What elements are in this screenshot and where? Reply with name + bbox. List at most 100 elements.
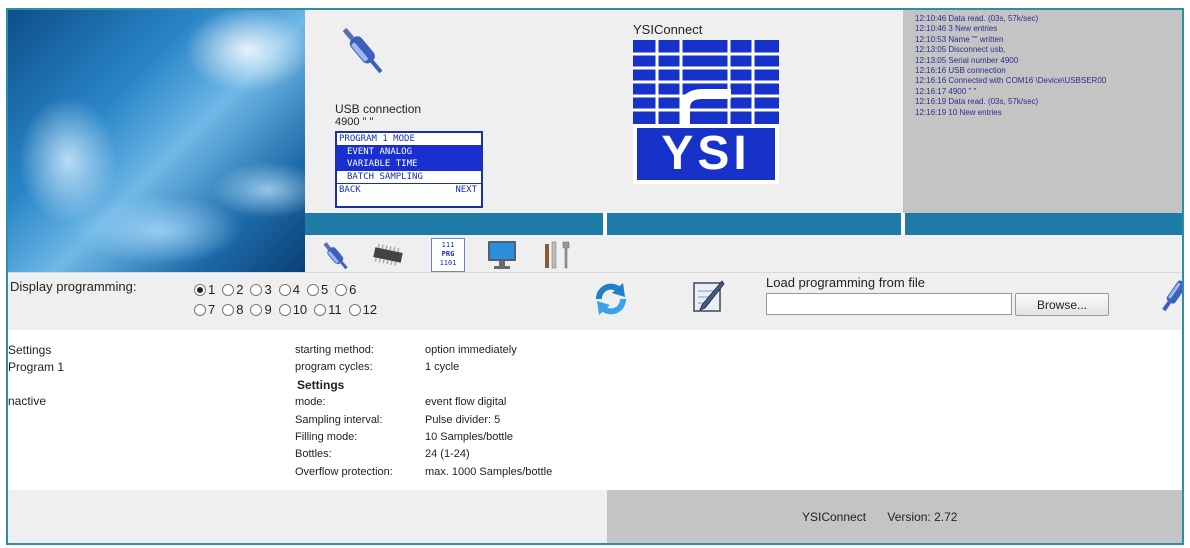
setting-key: Sampling interval: <box>295 413 383 426</box>
ysi-logo: YSI <box>633 40 779 184</box>
program-radio-row: 7 8 9 10 11 12 <box>194 300 444 320</box>
settings-subheading: Settings <box>297 377 345 392</box>
radio-label: 8 <box>236 302 244 317</box>
monitor-icon[interactable] <box>485 238 519 272</box>
program-radio-5[interactable]: 5 <box>306 280 329 300</box>
prg-file-icon[interactable]: 111 PRG 1101 <box>431 238 465 272</box>
radio-indicator[interactable] <box>335 284 348 296</box>
load-programming-label: Load programming from file <box>766 275 925 290</box>
log-entry: 12:16:17 4900 " " <box>915 86 977 96</box>
radio-indicator[interactable] <box>278 304 291 316</box>
version-info: YSIConnect Version: 2.72 <box>802 510 957 524</box>
event-log-panel: 12:10:46 Data read. (03s, 57k/sec) 12:10… <box>903 10 1182 213</box>
program-radio-10[interactable]: 10 <box>278 300 308 320</box>
radio-label: 4 <box>292 282 300 297</box>
settings-details: starting method: option immediately progr… <box>295 342 552 481</box>
water-banner-image <box>8 10 305 272</box>
radio-indicator[interactable] <box>222 304 235 316</box>
usb-plug-icon[interactable] <box>319 238 353 272</box>
program-radio-11[interactable]: 11 <box>314 300 342 320</box>
program-radio-12[interactable]: 12 <box>348 300 378 320</box>
radio-indicator[interactable] <box>278 284 291 296</box>
settings-row: Overflow protection: max. 1000 Samples/bo… <box>295 464 552 481</box>
ysi-brand-panel: YSIConnect YSI <box>605 10 903 213</box>
display-programming-bar: Display programming: 1 2 3 4 5 6 7 8 9 1… <box>8 272 1184 330</box>
usb-panel-bar <box>305 213 603 235</box>
log-entry: 12:16:19 Data read. (03s, 57k/sec) <box>915 97 1039 107</box>
setting-key: Overflow protection: <box>295 465 393 478</box>
program-radio-2[interactable]: 2 <box>222 280 243 300</box>
radio-indicator[interactable] <box>314 304 327 316</box>
footer-left <box>8 490 607 543</box>
log-entry: 12:16:16 Connected with COM16 \Device\US… <box>915 76 1107 86</box>
settings-row: starting method: option immediately <box>295 342 552 359</box>
radio-indicator[interactable] <box>250 304 263 316</box>
settings-row: mode: event flow digital <box>295 394 552 411</box>
log-entry: 12:16:16 USB connection <box>915 66 1006 76</box>
tools-icon[interactable] <box>541 238 575 272</box>
radio-label: 12 <box>362 302 378 317</box>
main-toolbar: 111 PRG 1101 <box>305 235 1182 272</box>
lcd-option: EVENT ANALOG <box>337 145 481 158</box>
file-path-input[interactable] <box>766 293 1012 315</box>
settings-row: program cycles: 1 cycle <box>295 359 552 376</box>
prg-label-bottom: 1101 <box>439 259 457 267</box>
browse-button[interactable]: Browse... <box>1015 293 1109 316</box>
log-entry: 12:10:46 Data read. (03s, 57k/sec) <box>915 14 1039 23</box>
setting-key: program cycles: <box>295 361 373 374</box>
settings-title: Settings <box>8 343 52 357</box>
event-log-list: 12:10:46 Data read. (03s, 57k/sec) 12:10… <box>915 14 1106 118</box>
radio-label: 1 <box>208 282 216 297</box>
lcd-option: VARIABLE TIME <box>337 158 481 171</box>
radio-label: 11 <box>328 302 342 317</box>
usb-serial-label: 4900 " " <box>335 116 374 128</box>
usb-plug-icon[interactable] <box>1158 277 1184 317</box>
radio-indicator[interactable] <box>194 304 206 316</box>
display-programming-label: Display programming: <box>10 279 137 294</box>
radio-indicator[interactable] <box>250 284 263 296</box>
log-entry: 12:16:19 10 New entries <box>915 107 1002 117</box>
setting-key: starting method: <box>295 344 374 356</box>
program-settings-panel: Settings Program 1 nactive starting meth… <box>8 330 1182 490</box>
setting-key: Filling mode: <box>295 431 358 444</box>
prg-label-top: 111 <box>441 241 455 249</box>
setting-value: 1 cycle <box>425 361 460 374</box>
chip-icon[interactable] <box>371 238 405 272</box>
program-radio-8[interactable]: 8 <box>222 300 243 320</box>
refresh-icon[interactable] <box>593 281 629 317</box>
radio-label: 6 <box>349 282 357 297</box>
setting-key: Bottles: <box>295 448 332 461</box>
settings-row: Sampling interval: Pulse divider: 5 <box>295 412 552 429</box>
log-entry: 12:13:05 Serial number 4900 <box>915 55 1019 65</box>
edit-document-icon[interactable] <box>690 279 726 315</box>
settings-summary: Settings Program 1 nactive <box>8 342 64 410</box>
radio-indicator[interactable] <box>222 284 235 296</box>
radio-label: 2 <box>236 282 244 297</box>
setting-value: max. 1000 Samples/bottle <box>425 465 553 478</box>
radio-indicator[interactable] <box>306 284 319 296</box>
radio-label: 10 <box>292 302 308 317</box>
lcd-back-label: BACK <box>339 185 361 195</box>
program-radio-7[interactable]: 7 <box>194 300 215 320</box>
radio-selected-indicator[interactable] <box>194 284 206 296</box>
ysi-app-title: YSIConnect <box>633 22 703 37</box>
setting-value: event flow digital <box>425 396 507 409</box>
program-radio-1[interactable]: 1 <box>194 280 215 300</box>
device-lcd-display: PROGRAM 1 MODE EVENT ANALOG VARIABLE TIM… <box>335 131 483 208</box>
usb-connection-label: USB connection <box>335 102 422 116</box>
program-radio-6[interactable]: 6 <box>335 280 356 300</box>
footer-app-name: YSIConnect <box>802 510 867 524</box>
program-radio-9[interactable]: 9 <box>250 300 272 320</box>
program-name: Program 1 <box>8 360 65 374</box>
radio-indicator[interactable] <box>348 304 361 316</box>
settings-row: Bottles: 24 (1-24) <box>295 446 552 463</box>
setting-value: Pulse divider: 5 <box>425 413 501 426</box>
prg-label: PRG <box>441 250 455 258</box>
footer-right: YSIConnect Version: 2.72 <box>607 490 1182 543</box>
radio-label: 5 <box>320 282 329 297</box>
log-panel-bar <box>905 213 1182 235</box>
program-radio-group: 1 2 3 4 5 6 7 8 9 10 11 12 <box>194 280 444 320</box>
program-radio-4[interactable]: 4 <box>278 280 300 300</box>
program-radio-3[interactable]: 3 <box>250 280 272 300</box>
lcd-footer: BACK NEXT <box>337 183 481 196</box>
